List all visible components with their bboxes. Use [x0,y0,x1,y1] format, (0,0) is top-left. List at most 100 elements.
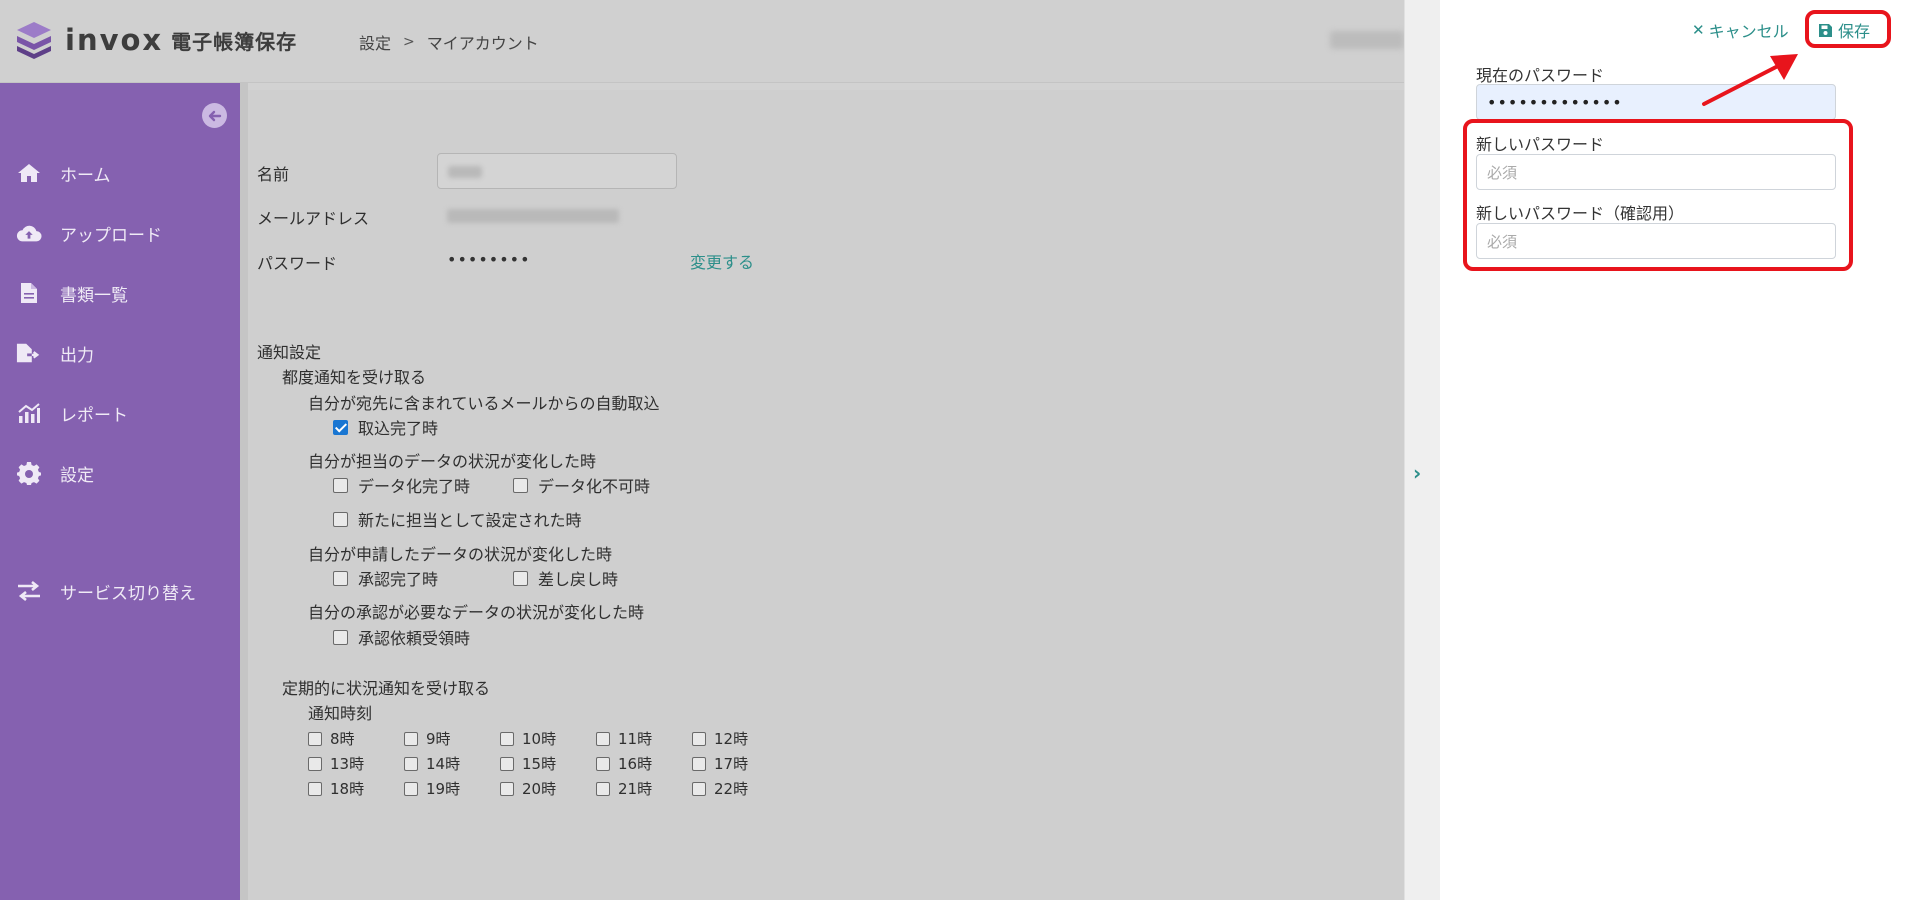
checkbox[interactable] [333,629,348,645]
hour-checkbox[interactable]: 22時 [692,778,748,799]
hour-label: 16時 [618,755,653,773]
each-notification-title: 都度通知を受け取る [282,368,427,387]
sidebar-item-label: 出力 [60,345,94,366]
hour-checkbox[interactable]: 13時 [308,753,364,774]
sidebar: ホーム アップロード 書類一覧 出力 レポート 設定 サービス切り替え [0,83,240,900]
hour-checkbox[interactable]: 9時 [404,728,451,749]
content-top-divider [240,83,248,900]
home-icon [16,160,42,186]
checkbox-digitize-complete[interactable]: データ化完了時 [333,473,470,497]
chart-icon [16,400,42,426]
checkbox[interactable] [404,756,418,771]
hour-checkbox[interactable]: 16時 [596,753,652,774]
hour-checkbox[interactable]: 14時 [404,753,460,774]
chevron-right-icon[interactable]: › [1413,461,1421,485]
hour-checkbox[interactable]: 19時 [404,778,460,799]
hour-checkbox[interactable]: 12時 [692,728,748,749]
checkbox[interactable] [500,781,514,796]
hour-checkbox[interactable]: 11時 [596,728,652,749]
checkbox-sent-back[interactable]: 差し戻し時 [513,566,618,590]
cancel-button[interactable]: ✕ キャンセル [1692,18,1789,42]
hour-checkbox[interactable]: 15時 [500,753,556,774]
change-password-link[interactable]: 変更する [690,249,754,273]
cancel-label: キャンセル [1708,22,1789,41]
sidebar-item-export[interactable]: 出力 [0,333,240,373]
checkbox[interactable] [596,781,610,796]
checkbox[interactable] [333,570,348,586]
sidebar-item-upload[interactable]: アップロード [0,213,240,253]
checkbox[interactable] [692,731,706,746]
app-header: invox 電子帳簿保存 設定 > マイアカウント [0,0,1404,83]
group-title-auto-import: 自分が宛先に含まれているメールからの自動取込 [308,394,660,413]
checkbox[interactable] [500,731,514,746]
current-password-label: 現在のパスワード [1476,66,1605,85]
hour-label: 15時 [522,755,557,773]
checkbox[interactable] [404,781,418,796]
sidebar-item-report[interactable]: レポート [0,393,240,433]
breadcrumb: 設定 > マイアカウント [359,30,539,54]
sidebar-item-switch-service[interactable]: サービス切り替え [0,571,240,611]
app-logo[interactable]: invox 電子帳簿保存 [15,20,297,60]
sidebar-collapse-button[interactable] [202,103,227,128]
arrow-left-icon [208,110,221,121]
hour-label: 12時 [714,730,749,748]
breadcrumb-settings[interactable]: 設定 [359,30,391,54]
sidebar-item-settings[interactable]: 設定 [0,453,240,493]
checkbox[interactable] [513,477,528,493]
checkbox-label: データ化不可時 [538,477,651,496]
checkbox[interactable] [404,731,418,746]
checkbox-newly-assigned[interactable]: 新たに担当として設定された時 [333,507,582,531]
email-value-blurred [447,209,619,223]
hour-label: 10時 [522,730,557,748]
checkbox[interactable] [596,756,610,771]
hour-label: 14時 [426,755,461,773]
hour-checkbox[interactable]: 20時 [500,778,556,799]
red-arrow-annotation [1702,54,1798,106]
hour-checkbox[interactable]: 18時 [308,778,364,799]
sidebar-item-documents[interactable]: 書類一覧 [0,273,240,313]
switch-icon [16,578,42,604]
checkbox[interactable] [308,756,322,771]
breadcrumb-separator: > [403,34,415,50]
checkbox[interactable] [500,756,514,771]
hour-label: 21時 [618,780,653,798]
hour-checkbox[interactable]: 8時 [308,728,355,749]
hour-checkbox[interactable]: 10時 [500,728,556,749]
sidebar-item-label: レポート [60,405,128,426]
hour-label: 17時 [714,755,749,773]
hour-checkbox[interactable]: 17時 [692,753,748,774]
sidebar-item-label: ホーム [60,165,111,186]
checkbox-checked[interactable] [333,419,348,435]
checkbox[interactable] [308,781,322,796]
hour-checkbox[interactable]: 21時 [596,778,652,799]
sidebar-item-home[interactable]: ホーム [0,153,240,193]
hour-label: 18時 [330,780,365,798]
hour-label: 19時 [426,780,461,798]
checkbox-label: 承認依頼受領時 [358,629,471,648]
checkbox-label: 差し戻し時 [538,570,619,589]
close-icon: ✕ [1692,21,1705,39]
checkbox-digitize-failed[interactable]: データ化不可時 [513,473,650,497]
hour-label: 22時 [714,780,749,798]
periodic-notification-title: 定期的に状況通知を受け取る [282,679,491,698]
checkbox[interactable] [513,570,528,586]
name-value-blurred [448,166,482,178]
checkbox[interactable] [308,731,322,746]
checkbox[interactable] [333,511,348,527]
checkbox[interactable] [333,477,348,493]
notification-time-label: 通知時刻 [308,704,373,723]
hour-label: 20時 [522,780,557,798]
checkbox-approval-complete[interactable]: 承認完了時 [333,566,438,590]
checkbox[interactable] [692,781,706,796]
name-input[interactable] [437,153,677,189]
cloud-upload-icon [16,220,42,246]
email-label: メールアドレス [257,209,370,228]
user-menu[interactable] [1330,31,1404,49]
logo-icon [17,22,51,59]
checkbox-label: データ化完了時 [358,477,471,496]
password-label: パスワード [257,254,338,273]
checkbox-import-complete[interactable]: 取込完了時 [333,415,438,439]
checkbox[interactable] [692,756,706,771]
checkbox[interactable] [596,731,610,746]
checkbox-approval-request[interactable]: 承認依頼受領時 [333,625,470,649]
